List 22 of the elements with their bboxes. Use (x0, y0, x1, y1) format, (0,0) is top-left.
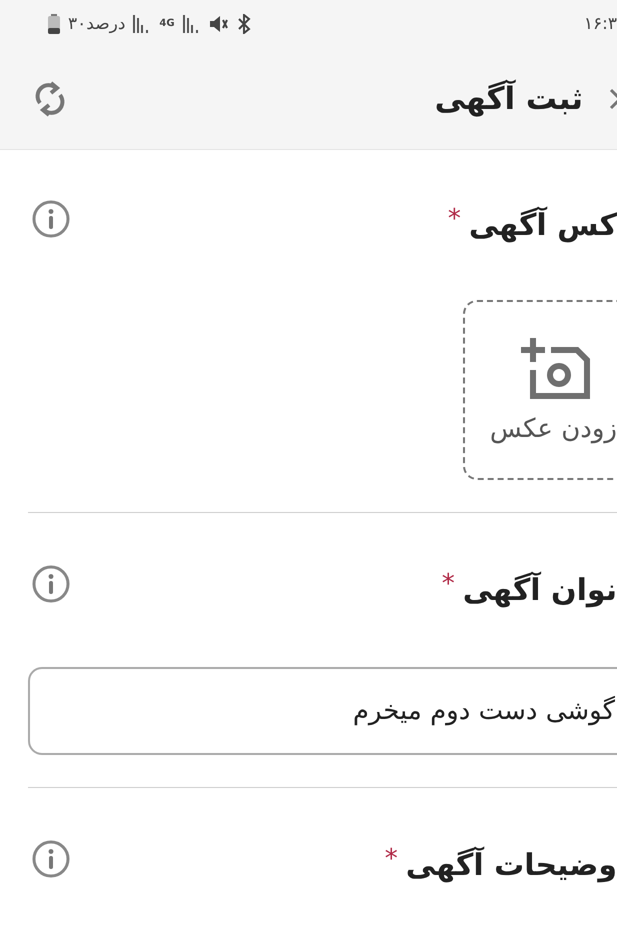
clock-time: ۱۶:۳ (584, 14, 617, 34)
refresh-icon (34, 80, 66, 116)
title-input-field[interactable]: گوشی دست دوم میخرم (28, 667, 617, 755)
battery-icon (48, 14, 60, 34)
info-icon[interactable] (32, 840, 70, 878)
add-camera-icon (519, 336, 591, 400)
mute-icon (208, 15, 229, 33)
required-mark: * (384, 844, 398, 874)
section-title: کس آگهی (468, 206, 617, 245)
signal-icon (182, 15, 201, 33)
section-title: نوان آگهی (462, 570, 617, 610)
info-icon[interactable] (32, 565, 70, 603)
required-mark: * (442, 569, 455, 599)
battery-percent: ۳۰درصد (68, 14, 126, 34)
info-icon[interactable] (32, 200, 70, 238)
network-type: 4G (159, 19, 175, 29)
bluetooth-icon (236, 14, 251, 34)
page-title: ثبت آگهی (434, 80, 583, 116)
refresh-button[interactable] (34, 80, 66, 116)
add-photo-button[interactable]: زودن عکس (463, 300, 617, 480)
required-mark: * (448, 204, 461, 234)
section-title: وضیحات آگهی (406, 846, 617, 885)
